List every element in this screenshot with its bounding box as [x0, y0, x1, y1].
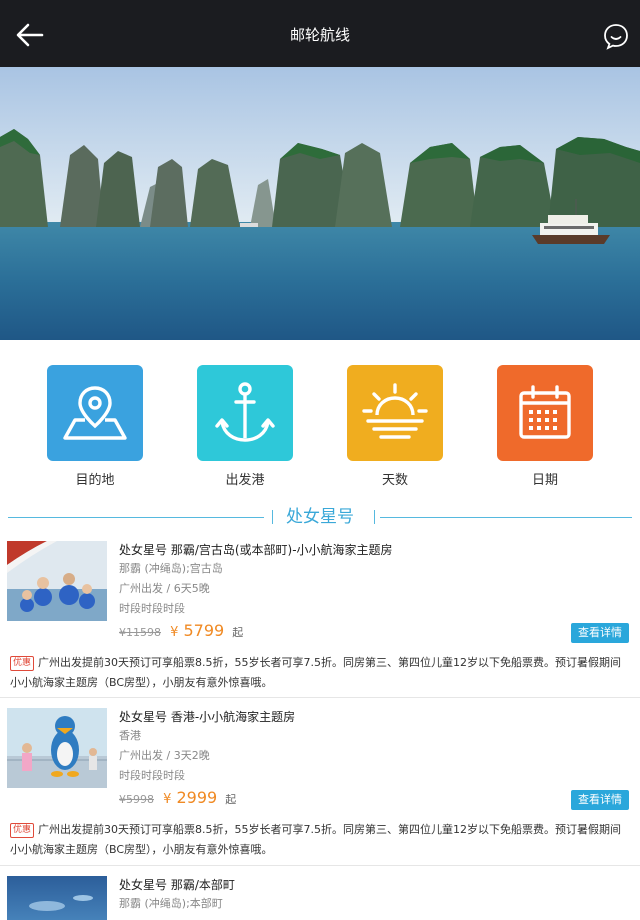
list-divider — [0, 865, 640, 866]
cruise-title[interactable]: 处女星号 那霸/宫古岛(或本部町)-小小航海家主题房 — [119, 541, 631, 559]
category-label-days: 天数 — [381, 473, 408, 488]
category-departure-port[interactable]: 出发港 — [197, 365, 293, 488]
category-tile-date[interactable] — [497, 365, 593, 461]
section-title: 处女星号 — [286, 507, 354, 527]
price-row: ¥11598 ¥ 5799 起 查看详情 — [119, 621, 631, 645]
cruise-list-item[interactable]: 处女星号 那霸/本部町 那霸 (冲绳岛);本部町 — [0, 876, 640, 920]
category-date[interactable]: 日期 — [497, 365, 593, 488]
currency-symbol: ¥ — [163, 792, 172, 807]
price-from-label: 起 — [232, 626, 244, 639]
promo-text: 优惠 广州出发提前30天预订可享船票8.5折，55岁长者可享7.5折。同房第三、第… — [10, 653, 622, 693]
category-days[interactable]: 天数 — [347, 365, 443, 488]
top-nav-bar: 邮轮航线 — [0, 0, 640, 67]
cruise-list-item[interactable]: 处女星号 那霸/宫古岛(或本部町)-小小航海家主题房 那霸 (冲绳岛);宫古岛 … — [0, 541, 640, 691]
cruise-info: 处女星号 那霸/宫古岛(或本部町)-小小航海家主题房 那霸 (冲绳岛);宫古岛 … — [119, 541, 631, 645]
category-tile-destination[interactable] — [47, 365, 143, 461]
category-label-destination: 目的地 — [75, 473, 115, 488]
list-divider — [0, 697, 640, 698]
cruise-thumbnail[interactable] — [7, 876, 107, 920]
promo-text: 优惠 广州出发提前30天预订可享船票8.5折，55岁长者可享7.5折。同房第三、第… — [10, 820, 622, 860]
category-label-departure-port: 出发港 — [225, 473, 265, 488]
hero-banner-image[interactable] — [0, 67, 640, 340]
category-tile-days[interactable] — [347, 365, 443, 461]
cruise-thumbnail[interactable] — [7, 541, 107, 621]
category-grid: 目的地 出发港 天数 日期 — [0, 340, 640, 500]
cruise-title[interactable]: 处女星号 香港-小小航海家主题房 — [119, 708, 631, 726]
cruise-ports: 香港 — [119, 729, 141, 742]
cruise-info: 处女星号 香港-小小航海家主题房 香港 广州出发 / 3天2晚 时段时段时段 ¥… — [119, 708, 631, 812]
cruise-time-slot: 时段时段时段 — [119, 602, 185, 615]
section-header: 处女星号 — [8, 505, 632, 529]
view-details-button[interactable]: 查看详情 — [571, 790, 629, 810]
page-title: 邮轮航线 — [289, 26, 350, 44]
cruise-ports: 那霸 (冲绳岛);宫古岛 — [119, 562, 223, 575]
chat-bubble-icon[interactable] — [602, 22, 630, 50]
sale-price: 5799 — [183, 621, 225, 640]
cruise-ports: 那霸 (冲绳岛);本部町 — [119, 897, 223, 910]
promo-description: 广州出发提前30天预订可享船票8.5折，55岁长者可享7.5折。同房第三、第四位… — [10, 656, 621, 689]
currency-symbol: ¥ — [170, 625, 179, 640]
category-destination[interactable]: 目的地 — [47, 365, 143, 488]
price-row: ¥5998 ¥ 2999 起 查看详情 — [119, 788, 631, 812]
promo-badge: 优惠 — [10, 656, 35, 671]
promo-badge: 优惠 — [10, 823, 35, 838]
category-tile-departure-port[interactable] — [197, 365, 293, 461]
map-pin-icon — [63, 386, 127, 440]
promo-description: 广州出发提前30天预订可享船票8.5折，55岁长者可享7.5折。同房第三、第四位… — [10, 823, 621, 856]
anchor-icon — [215, 382, 275, 442]
sunrise-icon — [362, 383, 428, 439]
calendar-icon — [519, 385, 571, 439]
cruise-time-slot: 时段时段时段 — [119, 769, 185, 782]
cruise-info: 处女星号 那霸/本部町 那霸 (冲绳岛);本部町 — [119, 876, 631, 914]
cruise-departure: 广州出发 / 6天5晚 — [119, 582, 210, 595]
cruise-title[interactable]: 处女星号 那霸/本部町 — [119, 876, 631, 894]
cruise-list-item[interactable]: 处女星号 香港-小小航海家主题房 香港 广州出发 / 3天2晚 时段时段时段 ¥… — [0, 708, 640, 858]
view-details-button[interactable]: 查看详情 — [571, 623, 629, 643]
price-from-label: 起 — [225, 793, 237, 806]
original-price: ¥5998 — [119, 793, 154, 806]
sale-price: 2999 — [176, 788, 218, 807]
cruise-thumbnail[interactable] — [7, 708, 107, 788]
cruise-departure: 广州出发 / 3天2晚 — [119, 749, 210, 762]
original-price: ¥11598 — [119, 626, 161, 639]
category-label-date: 日期 — [531, 473, 558, 488]
